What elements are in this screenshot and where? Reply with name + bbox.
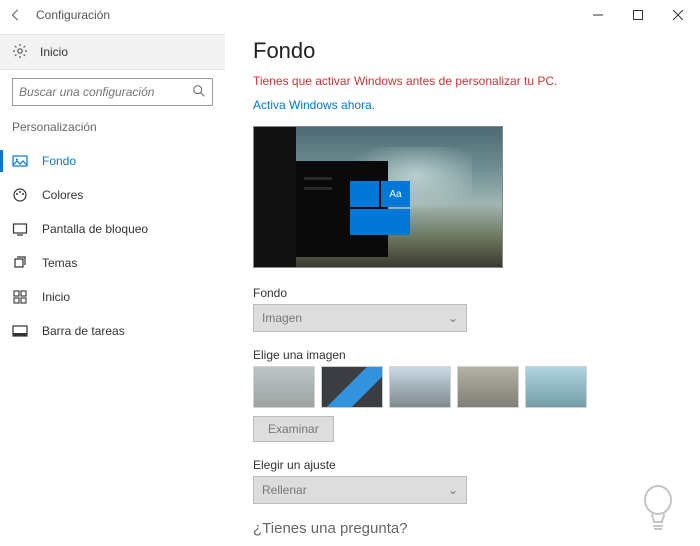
thumbnail[interactable] [253, 366, 315, 408]
thumbnail[interactable] [525, 366, 587, 408]
chevron-down-icon: ⌄ [448, 311, 458, 325]
activate-link[interactable]: Activa Windows ahora. [253, 98, 375, 112]
sidebar-item-label: Barra de tareas [42, 324, 125, 338]
page-title: Fondo [253, 38, 680, 64]
sidebar-item-pantalla-bloqueo[interactable]: Pantalla de bloqueo [0, 212, 225, 246]
sidebar-item-label: Inicio [42, 290, 70, 304]
gear-icon [12, 43, 28, 62]
search-icon [192, 84, 206, 101]
sidebar-item-colores[interactable]: Colores [0, 178, 225, 212]
background-label: Fondo [253, 286, 680, 300]
sidebar-item-label: Pantalla de bloqueo [42, 222, 148, 236]
window-title: Configuración [36, 8, 110, 22]
themes-icon [12, 255, 28, 271]
picture-icon [12, 153, 28, 169]
taskbar-icon [12, 323, 28, 339]
fit-value: Rellenar [262, 483, 307, 497]
lightbulb-icon [638, 482, 678, 532]
sidebar-item-fondo[interactable]: Fondo [0, 144, 225, 178]
palette-icon [12, 187, 28, 203]
home-label: Inicio [40, 45, 68, 59]
background-select[interactable]: Imagen ⌄ [253, 304, 467, 332]
close-button[interactable] [658, 1, 698, 29]
sidebar-item-label: Colores [42, 188, 83, 202]
question-prompt: ¿Tienes una pregunta? [253, 520, 680, 537]
choose-image-label: Elige una imagen [253, 348, 680, 362]
thumbnail-row [253, 366, 680, 408]
start-icon [12, 289, 28, 305]
back-button[interactable] [2, 1, 30, 29]
main-panel: Fondo Tienes que activar Windows antes d… [225, 30, 700, 546]
background-value: Imagen [262, 311, 302, 325]
lockscreen-icon [12, 221, 28, 237]
home-button[interactable]: Inicio [0, 34, 225, 70]
preview-area: Aa [253, 126, 503, 268]
browse-button[interactable]: Examinar [253, 416, 334, 442]
sidebar-item-label: Fondo [42, 154, 76, 168]
fit-select[interactable]: Rellenar ⌄ [253, 476, 467, 504]
fit-label: Elegir un ajuste [253, 458, 680, 472]
sidebar-item-temas[interactable]: Temas [0, 246, 225, 280]
maximize-button[interactable] [618, 1, 658, 29]
thumbnail[interactable] [321, 366, 383, 408]
minimize-button[interactable] [578, 1, 618, 29]
preview-sample-text: Aa [381, 181, 410, 207]
sidebar-item-inicio[interactable]: Inicio [0, 280, 225, 314]
search-input-wrap[interactable] [12, 78, 213, 106]
chevron-down-icon: ⌄ [448, 483, 458, 497]
activation-warning: Tienes que activar Windows antes de pers… [253, 74, 680, 88]
thumbnail[interactable] [389, 366, 451, 408]
category-label: Personalización [0, 120, 225, 144]
sidebar-item-label: Temas [42, 256, 77, 270]
sidebar: Inicio Personalización Fondo Colores Pan… [0, 30, 225, 546]
thumbnail[interactable] [457, 366, 519, 408]
sidebar-item-barra-tareas[interactable]: Barra de tareas [0, 314, 225, 348]
search-input[interactable] [19, 85, 192, 99]
